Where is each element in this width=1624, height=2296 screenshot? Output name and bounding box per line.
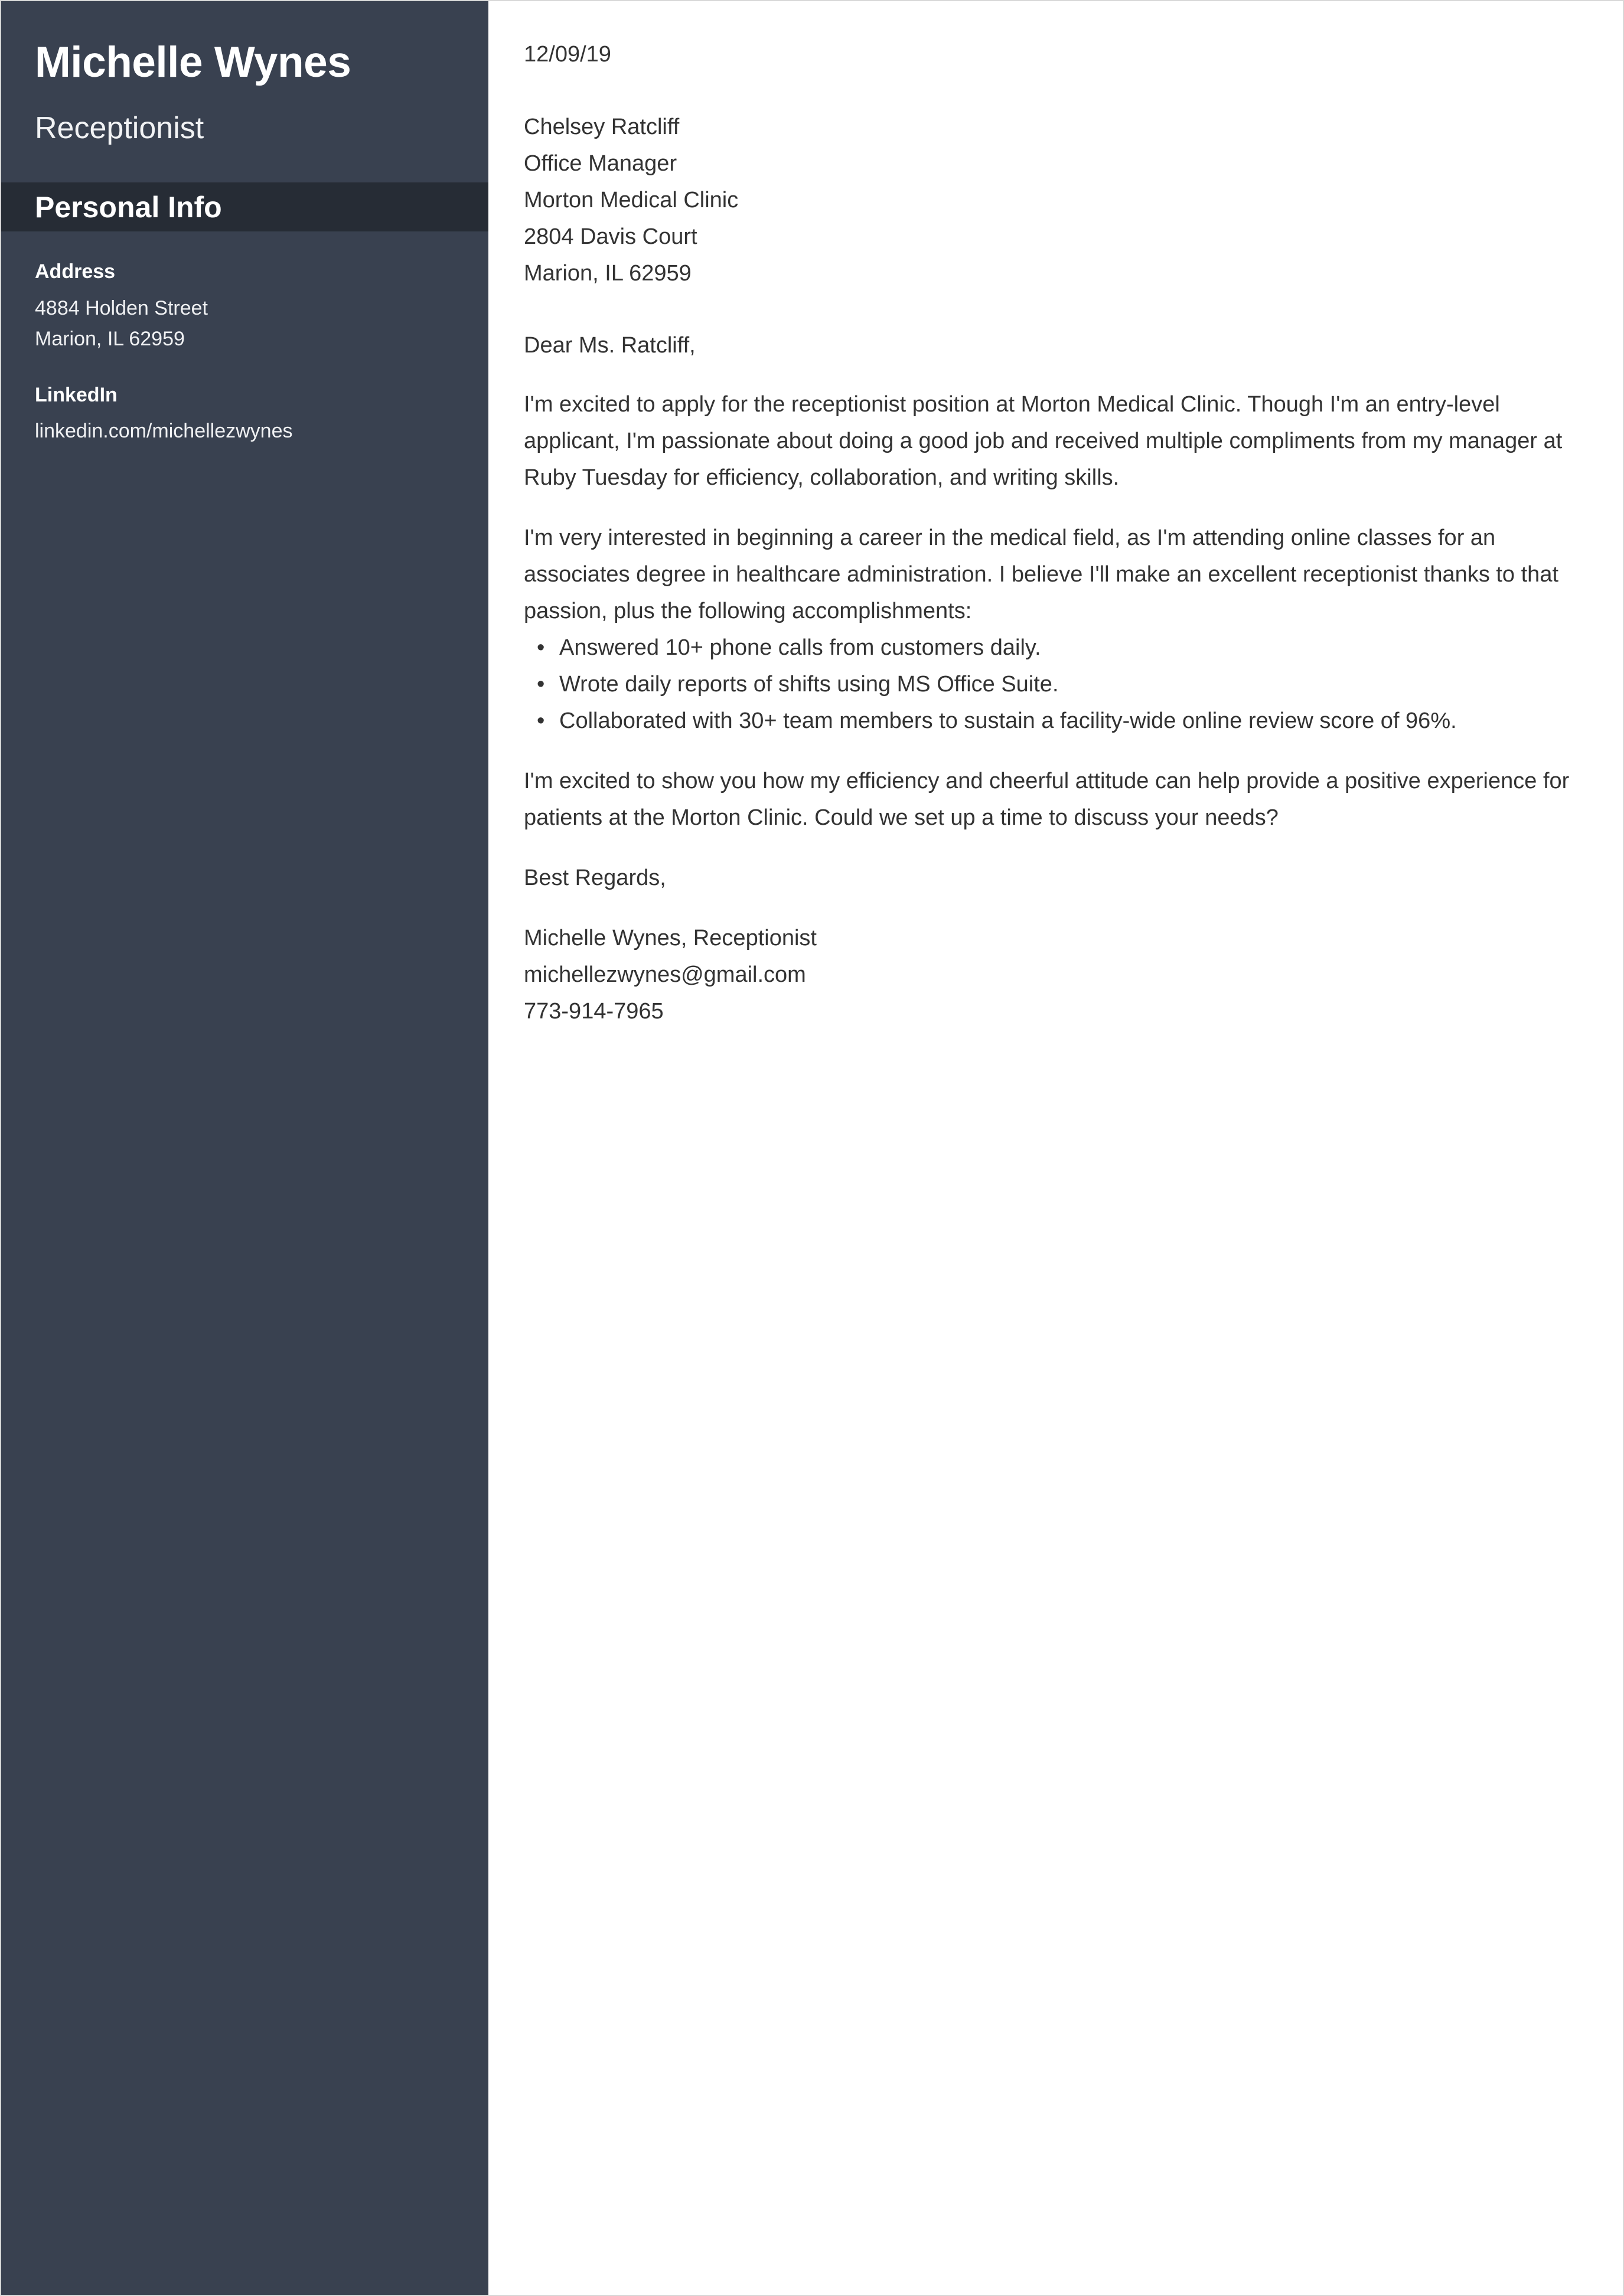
applicant-job-title: Receptionist: [35, 111, 204, 146]
info-group-address: Address 4884 Holden Street Marion, IL 62…: [35, 257, 456, 355]
sidebar: Michelle Wynes Receptionist Personal Inf…: [1, 1, 488, 2295]
sidebar-header: Michelle Wynes Receptionist: [1, 1, 488, 145]
spacer-after-paragraph-1: [524, 497, 1583, 520]
address-city-state-zip: Marion, IL 62959: [35, 328, 185, 351]
recipient-company: Morton Medical Clinic: [524, 187, 739, 213]
spacer-after-paragraph-3: [524, 837, 1583, 860]
personal-info-section-band: Personal Info: [1, 182, 488, 232]
recipient-city-state-zip: Marion, IL 62959: [524, 260, 692, 286]
sidebar-info-list: Address 4884 Holden Street Marion, IL 62…: [1, 231, 488, 447]
closing-salutation: Best Regards,: [524, 865, 666, 890]
signature-name-title: Michelle Wynes, Receptionist: [524, 925, 817, 951]
signature-block: Michelle Wynes, Receptionist michellezwy…: [524, 920, 1583, 1030]
paragraph-intro: I'm excited to apply for the receptionis…: [524, 392, 1563, 491]
signature-email[interactable]: michellezwynes@gmail.com: [524, 957, 1583, 994]
paragraph-call-to-action: I'm excited to show you how my efficienc…: [524, 768, 1570, 830]
recipient-job-title: Office Manager: [524, 151, 677, 176]
address-street: 4884 Holden Street: [35, 296, 208, 319]
spacer-after-bullets: [524, 740, 1583, 763]
spacer-after-salutation: [524, 363, 1583, 387]
letter-date: 12/09/19: [524, 42, 611, 67]
linkedin-url[interactable]: linkedin.com/michellezwynes: [35, 416, 456, 447]
list-item: Answered 10+ phone calls from customers …: [524, 630, 1583, 667]
paragraph-motivation: I'm very interested in beginning a caree…: [524, 525, 1559, 624]
spacer-after-recipient: [524, 292, 1583, 328]
letter-body: 12/09/19 Chelsey Ratcliff Office Manager…: [488, 1, 1623, 2295]
spacer-after-date: [524, 71, 1583, 109]
cover-letter-page: Michelle Wynes Receptionist Personal Inf…: [0, 0, 1624, 2296]
accomplishments-list: Answered 10+ phone calls from customers …: [524, 630, 1583, 740]
list-item: Collaborated with 30+ team members to su…: [524, 703, 1583, 740]
spacer-after-closing: [524, 897, 1583, 920]
recipient-street: 2804 Davis Court: [524, 224, 697, 249]
signature-phone[interactable]: 773-914-7965: [524, 994, 1583, 1030]
recipient-address-block: Chelsey Ratcliff Office Manager Morton M…: [524, 109, 1583, 292]
personal-info-heading: Personal Info: [35, 190, 222, 224]
linkedin-label: LinkedIn: [35, 384, 118, 407]
address-label: Address: [35, 260, 116, 283]
recipient-name: Chelsey Ratcliff: [524, 115, 680, 139]
salutation: Dear Ms. Ratcliff,: [524, 332, 696, 358]
applicant-name: Michelle Wynes: [35, 38, 351, 86]
info-group-linkedin: LinkedIn linkedin.com/michellezwynes: [35, 381, 456, 447]
list-item: Wrote daily reports of shifts using MS O…: [524, 667, 1583, 703]
